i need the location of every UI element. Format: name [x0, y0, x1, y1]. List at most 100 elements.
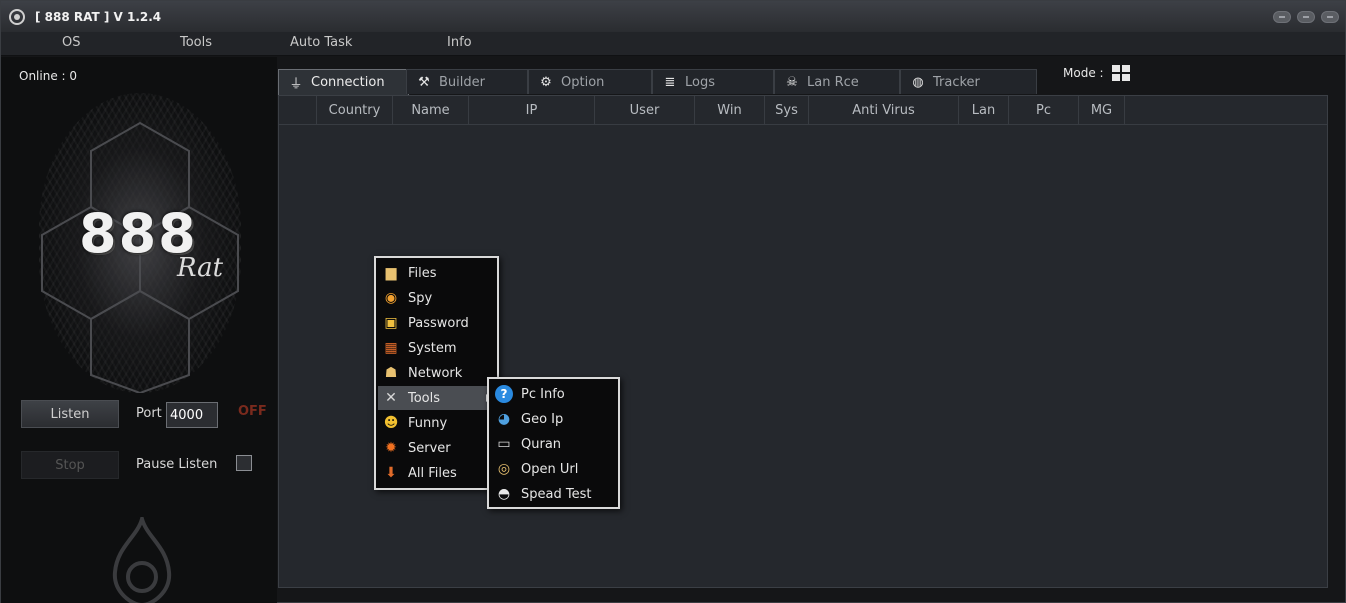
pause-listen-label: Pause Listen	[136, 457, 218, 472]
globe-icon: ◕	[497, 411, 511, 427]
col-name[interactable]: Name	[393, 96, 469, 125]
logo-subtext: Rat	[177, 253, 224, 283]
main-window: [ 888 RAT ] V 1.2.4 OS Tools Auto Task I…	[0, 0, 1346, 603]
menu-item-label: All Files	[408, 465, 457, 481]
windows-icon[interactable]	[1111, 65, 1130, 81]
col-sys[interactable]: Sys	[765, 96, 809, 125]
col-country[interactable]: Country	[317, 96, 393, 125]
book-icon: ▭	[497, 436, 511, 452]
table-header: Country Name IP User Win Sys Anti Virus …	[279, 96, 1327, 125]
globe-icon: ◍	[912, 74, 924, 90]
tab-logs[interactable]: ≣ Logs	[652, 69, 774, 94]
status-badge: OFF	[238, 404, 267, 419]
col-pc[interactable]: Pc	[1009, 96, 1079, 125]
col-lan[interactable]: Lan	[959, 96, 1009, 125]
menu-item-label: Server	[408, 440, 451, 456]
wrench-icon: ✕	[385, 390, 397, 406]
port-label: Port	[136, 406, 162, 421]
menu-item-label: Network	[408, 365, 463, 381]
submenu-item-quran[interactable]: ▭ Quran	[491, 432, 618, 456]
menu-bar: OS Tools Auto Task Info	[1, 32, 1345, 56]
window-title: [ 888 RAT ] V 1.2.4	[35, 9, 162, 24]
minimize-button[interactable]	[1273, 11, 1291, 23]
pause-listen-checkbox[interactable]	[236, 455, 252, 471]
menu-item-label: Files	[408, 265, 437, 281]
tools-submenu: ? Pc Info ◕ Geo Ip ▭ Quran ◎ Open Url ◓ …	[487, 377, 620, 509]
menu-info[interactable]: Info	[447, 35, 472, 50]
menu-auto-task[interactable]: Auto Task	[290, 35, 352, 50]
tab-connection[interactable]: ⏚ Connection	[278, 69, 409, 95]
col-user[interactable]: User	[595, 96, 695, 125]
tab-label: Option	[561, 74, 605, 90]
smiley-icon: ☻	[383, 415, 399, 431]
tab-option[interactable]: ⚙ Option	[528, 69, 652, 94]
skull-icon: ☠	[786, 74, 798, 90]
menu-item-all-files[interactable]: ⬇ All Files	[378, 461, 497, 485]
help-icon: ?	[495, 385, 513, 403]
tools-icon: ⚒	[418, 74, 430, 90]
menu-item-funny[interactable]: ☻ Funny	[378, 411, 497, 435]
submenu-item-pc-info[interactable]: ? Pc Info	[491, 382, 618, 406]
col-select[interactable]	[279, 96, 317, 125]
network-icon: ☗	[384, 365, 398, 381]
col-ip[interactable]: IP	[469, 96, 595, 125]
tab-label: Connection	[311, 75, 385, 90]
menu-item-label: System	[408, 340, 457, 356]
download-icon: ⬇	[385, 465, 397, 481]
maximize-button[interactable]	[1297, 11, 1315, 23]
menu-item-label: Funny	[408, 415, 448, 431]
menu-item-label: Open Url	[521, 461, 579, 477]
eye-icon: ◉	[384, 290, 398, 306]
menu-item-network[interactable]: ☗ Network	[378, 361, 497, 385]
stop-button[interactable]: Stop	[21, 451, 119, 479]
port-input[interactable]	[166, 402, 218, 428]
tab-tracker[interactable]: ◍ Tracker	[900, 69, 1037, 94]
tab-label: Tracker	[933, 74, 980, 90]
tab-label: Lan Rce	[807, 74, 859, 90]
col-win[interactable]: Win	[695, 96, 765, 125]
menu-item-label: Geo Ip	[521, 411, 564, 427]
menu-item-files[interactable]: ▆ Files	[378, 261, 497, 285]
listen-button[interactable]: Listen	[21, 400, 119, 428]
windows-icon: ▦	[384, 340, 398, 356]
submenu-item-speed-test[interactable]: ◓ Spead Test	[491, 482, 618, 506]
menu-item-spy[interactable]: ◉ Spy	[378, 286, 497, 310]
speedometer-icon: ◓	[497, 486, 511, 502]
menu-item-label: Spy	[408, 290, 433, 306]
link-icon: ◎	[497, 461, 511, 477]
col-mg[interactable]: MG	[1079, 96, 1125, 125]
sun-icon: ✹	[385, 440, 397, 456]
submenu-item-geo-ip[interactable]: ◕ Geo Ip	[491, 407, 618, 431]
menu-item-label: Pc Info	[521, 386, 565, 402]
tab-label: Builder	[439, 74, 485, 90]
database-icon: ≣	[664, 74, 676, 90]
menu-item-password[interactable]: ▣ Password	[378, 311, 497, 335]
tab-label: Logs	[685, 74, 715, 90]
menu-item-tools[interactable]: ✕ Tools	[378, 386, 497, 410]
lock-icon: ▣	[384, 315, 398, 331]
plug-icon: ⏚	[289, 77, 303, 92]
title-bar[interactable]: [ 888 RAT ] V 1.2.4	[1, 1, 1345, 32]
gear-icon: ⚙	[540, 74, 552, 90]
tab-bar: ⏚ Connection ⚒ Builder ⚙ Option ≣ Logs ☠…	[278, 69, 1328, 95]
menu-item-label: Quran	[521, 436, 562, 452]
menu-tools[interactable]: Tools	[180, 35, 212, 50]
tab-builder[interactable]: ⚒ Builder	[406, 69, 528, 94]
tab-lan-rce[interactable]: ☠ Lan Rce	[774, 69, 900, 94]
flame-emblem-icon	[112, 517, 172, 603]
menu-item-server[interactable]: ✹ Server	[378, 436, 497, 460]
folder-icon: ▆	[385, 265, 397, 281]
submenu-item-open-url[interactable]: ◎ Open Url	[491, 457, 618, 481]
menu-item-system[interactable]: ▦ System	[378, 336, 497, 360]
sidebar: Online : 0 888 Rat Listen Port OFF Stop …	[1, 57, 277, 603]
menu-item-label: Spead Test	[521, 486, 592, 502]
close-button[interactable]	[1321, 11, 1339, 23]
context-menu: ▆ Files ◉ Spy ▣ Password ▦ System ☗ Netw…	[374, 256, 499, 490]
window-controls	[1273, 11, 1339, 23]
col-anti-virus[interactable]: Anti Virus	[809, 96, 959, 125]
menu-item-label: Password	[408, 315, 469, 331]
online-count: Online : 0	[19, 69, 78, 83]
app-icon	[9, 8, 25, 25]
mode-indicator: Mode :	[1063, 65, 1130, 81]
menu-os[interactable]: OS	[62, 35, 80, 50]
